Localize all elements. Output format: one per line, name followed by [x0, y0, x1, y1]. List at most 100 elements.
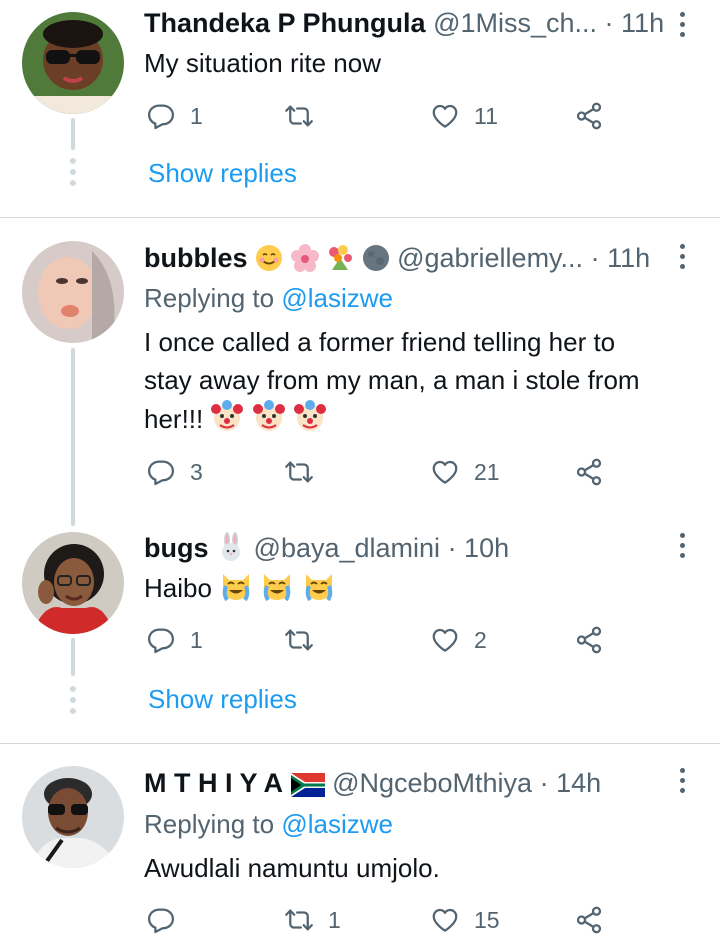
- tweet-actions: 1 2: [144, 622, 614, 658]
- retweet-icon: [285, 461, 313, 483]
- cherry-blossom-emoji: [290, 244, 319, 280]
- tweet-header: Thandeka P Phungula @1Miss_ch... · 11h: [144, 6, 664, 40]
- like-button[interactable]: 11: [430, 98, 498, 134]
- thread-gap-dots: [69, 686, 77, 719]
- share-icon: [576, 458, 602, 486]
- reply-icon: [148, 104, 174, 130]
- tweet-header: M T H I Y A @NgceboMthiya · 14h: [144, 766, 601, 805]
- more-icon[interactable]: [672, 533, 692, 563]
- more-icon[interactable]: [672, 12, 692, 42]
- like-icon: [432, 908, 458, 932]
- share-icon: [576, 626, 602, 654]
- share-icon: [576, 102, 602, 130]
- tweet-text-line: I once called a former friend telling he…: [144, 327, 616, 357]
- tweet-text: Awudlali namuntu umjolo.: [144, 853, 440, 883]
- divider: [0, 743, 720, 744]
- like-count: 11: [474, 102, 498, 129]
- retweet-button[interactable]: [284, 454, 328, 490]
- thread-gap-dots: [69, 158, 77, 191]
- retweet-button[interactable]: 1: [284, 902, 341, 938]
- clown-face-emoji: [210, 399, 244, 443]
- replying-to-label: Replying to: [144, 283, 275, 313]
- author-handle[interactable]: @NgceboMthiya: [332, 768, 532, 798]
- share-button[interactable]: [574, 622, 604, 658]
- like-count: 21: [474, 458, 500, 485]
- retweet-icon: [285, 629, 313, 651]
- avatar-thandeka[interactable]: [22, 12, 124, 114]
- more-icon[interactable]: [672, 244, 692, 274]
- tweet-actions: 1 11: [144, 98, 614, 134]
- share-button[interactable]: [574, 902, 604, 938]
- tweet-actions: 3 21: [144, 454, 614, 490]
- crying-cat-emoji: [302, 568, 336, 612]
- like-count: 15: [474, 906, 500, 933]
- reply-icon: [148, 908, 174, 934]
- tweet-time[interactable]: · 11h: [605, 8, 665, 38]
- reply-count: 3: [190, 458, 203, 485]
- tweet-time[interactable]: · 11h: [591, 243, 651, 273]
- like-button[interactable]: 15: [430, 902, 500, 938]
- like-icon: [432, 104, 458, 128]
- clown-face-emoji: [293, 399, 327, 443]
- tweet-time[interactable]: · 14h: [540, 768, 602, 798]
- share-icon: [576, 906, 602, 934]
- mention-link[interactable]: @lasizwe: [281, 283, 393, 313]
- crying-cat-emoji: [219, 568, 253, 612]
- tweet-header: bubbles @gabriellemy... · 11h: [144, 241, 650, 280]
- retweet-count: 1: [328, 906, 341, 933]
- tweet-text-line-3: her!!!: [144, 399, 704, 443]
- more-icon[interactable]: [672, 768, 692, 798]
- like-count: 2: [474, 626, 487, 653]
- replying-to-label: Replying to: [144, 809, 275, 839]
- reply-button[interactable]: 3: [146, 454, 203, 490]
- replying-to: Replying to @lasizwe: [144, 808, 393, 840]
- retweet-button[interactable]: [284, 98, 328, 134]
- tweet-text: I once called a former friend telling he…: [144, 323, 704, 443]
- reply-button[interactable]: [146, 902, 190, 938]
- south-africa-flag-emoji: [290, 771, 325, 805]
- share-button[interactable]: [574, 98, 604, 134]
- author-name[interactable]: Thandeka P Phungula: [144, 8, 426, 38]
- thread-line: [71, 638, 75, 676]
- like-icon: [432, 460, 458, 484]
- replying-to: Replying to @lasizwe: [144, 282, 393, 314]
- reply-icon: [148, 628, 174, 654]
- reply-button[interactable]: 1: [146, 622, 203, 658]
- smiling-face-emoji: [255, 244, 283, 280]
- avatar-bubbles[interactable]: [22, 241, 124, 343]
- retweet-button[interactable]: [284, 622, 328, 658]
- author-name[interactable]: bubbles: [144, 243, 248, 273]
- like-button[interactable]: 21: [430, 454, 500, 490]
- tweet-text: Haibo: [144, 573, 212, 603]
- reply-icon: [148, 460, 174, 486]
- new-moon-emoji: [362, 244, 390, 280]
- share-button[interactable]: [574, 454, 604, 490]
- tweet-header: bugs @baya_dlamini · 10h: [144, 531, 509, 570]
- tweet-text-line: stay away from my man, a man i stole fro…: [144, 365, 640, 395]
- like-icon: [432, 628, 458, 652]
- bouquet-emoji: [326, 244, 354, 280]
- tweet-time[interactable]: · 10h: [448, 533, 510, 563]
- show-replies-link[interactable]: Show replies: [148, 158, 297, 189]
- thread-line: [71, 348, 75, 526]
- reply-count: 1: [190, 102, 203, 129]
- tweet-text: My situation rite now: [144, 48, 381, 78]
- retweet-icon: [285, 909, 313, 931]
- avatar-bugs[interactable]: [22, 532, 124, 634]
- clown-face-emoji: [252, 399, 286, 443]
- reply-button[interactable]: 1: [146, 98, 203, 134]
- tweet-actions: 1 15: [144, 902, 614, 938]
- mention-link[interactable]: @lasizwe: [281, 809, 393, 839]
- tweet-text-row: Haibo: [144, 568, 704, 612]
- author-handle[interactable]: @1Miss_ch...: [433, 8, 597, 38]
- author-handle[interactable]: @gabriellemy...: [397, 243, 583, 273]
- author-handle[interactable]: @baya_dlamini: [254, 533, 441, 563]
- tweet-text-line: her!!!: [144, 404, 204, 434]
- author-name[interactable]: bugs: [144, 533, 209, 563]
- avatar-mthiya[interactable]: [22, 766, 124, 868]
- like-button[interactable]: 2: [430, 622, 487, 658]
- author-name[interactable]: M T H I Y A: [144, 768, 283, 798]
- retweet-icon: [285, 105, 313, 127]
- show-replies-link[interactable]: Show replies: [148, 684, 297, 715]
- divider: [0, 217, 720, 218]
